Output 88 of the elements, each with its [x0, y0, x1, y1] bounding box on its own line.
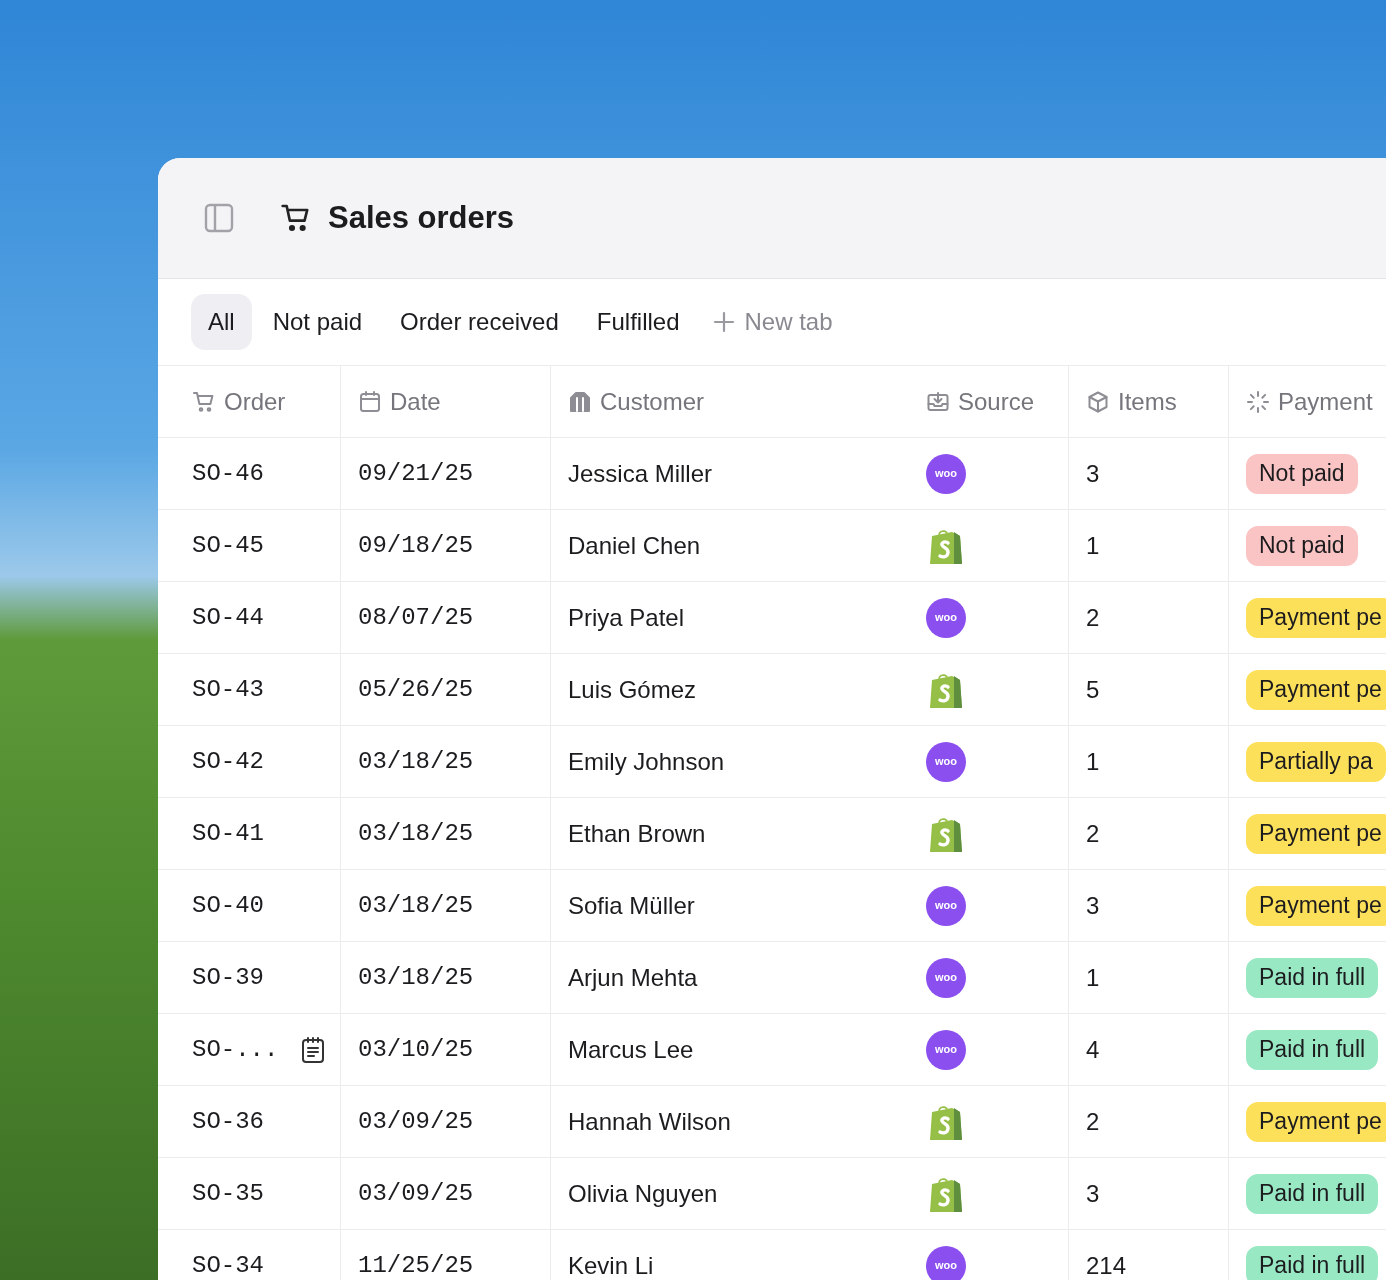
- payment-status-badge: Payment pe: [1246, 669, 1386, 710]
- building-icon: [568, 389, 592, 414]
- store-logo-icon: woo: [926, 957, 966, 998]
- order-number: SO-43: [192, 674, 264, 705]
- customer-name: Luis Gómez: [568, 674, 697, 705]
- cart-icon: [192, 389, 216, 414]
- column-header[interactable]: Date: [390, 383, 441, 420]
- customer-name: Emily Johnson: [568, 746, 725, 777]
- customer-name: Marcus Lee: [568, 1034, 694, 1065]
- order-number: SO-35: [192, 1178, 264, 1209]
- item-count: 3: [1086, 458, 1100, 489]
- order-number: SO-40: [192, 890, 264, 921]
- order-date: 09/21/25: [358, 458, 474, 489]
- customer-name: Kevin Li: [568, 1250, 654, 1280]
- column-header[interactable]: Order: [224, 383, 286, 420]
- payment-status-badge: Payment pe: [1246, 597, 1386, 638]
- tab[interactable]: Order received: [383, 294, 576, 350]
- download-tray-icon: [926, 389, 950, 414]
- order-number: SO-36: [192, 1106, 264, 1137]
- notepad-icon[interactable]: [300, 1035, 327, 1064]
- order-number: SO-44: [192, 602, 264, 633]
- store-logo-icon: woo: [926, 885, 966, 926]
- order-date: 03/09/25: [358, 1178, 474, 1209]
- item-count: 3: [1086, 890, 1100, 921]
- customer-name: Jessica Miller: [568, 458, 713, 489]
- loading-spinner-icon: [1246, 389, 1270, 414]
- order-date: 05/26/25: [358, 674, 474, 705]
- sidebar-toggle-icon[interactable]: [204, 203, 234, 233]
- item-count: 2: [1086, 818, 1100, 849]
- item-count: 1: [1086, 530, 1100, 561]
- order-number: SO-34: [192, 1250, 264, 1280]
- order-date: 03/18/25: [358, 890, 474, 921]
- payment-status-badge: Not paid: [1246, 525, 1358, 566]
- cube-icon: [1086, 389, 1110, 414]
- column-header[interactable]: Source: [958, 383, 1035, 420]
- customer-name: Priya Patel: [568, 602, 685, 633]
- column-header[interactable]: Payment: [1278, 383, 1373, 420]
- order-date: 11/25/25: [358, 1250, 474, 1280]
- payment-status-badge: Payment pe: [1246, 813, 1386, 854]
- item-count: 2: [1086, 1106, 1100, 1137]
- item-count: 5: [1086, 674, 1100, 705]
- item-count: 2: [1086, 602, 1100, 633]
- payment-status-badge: Paid in full: [1246, 1029, 1379, 1070]
- order-number: SO-46: [192, 458, 264, 489]
- order-date: 09/18/25: [358, 530, 474, 561]
- customer-name: Ethan Brown: [568, 818, 706, 849]
- order-date: 08/07/25: [358, 602, 474, 633]
- item-count: 3: [1086, 1178, 1100, 1209]
- order-number: SO-45: [192, 530, 264, 561]
- store-logo-icon: woo: [926, 453, 966, 494]
- item-count: 4: [1086, 1034, 1100, 1065]
- item-count: 214: [1086, 1250, 1127, 1280]
- tab[interactable]: All: [191, 294, 252, 350]
- order-date: 03/18/25: [358, 962, 474, 993]
- order-date: 03/18/25: [358, 746, 474, 777]
- calendar-icon: [358, 389, 382, 414]
- item-count: 1: [1086, 962, 1100, 993]
- payment-status-badge: Partially pa: [1246, 741, 1386, 782]
- customer-name: Daniel Chen: [568, 530, 701, 561]
- new-tab-button[interactable]: New tab: [700, 294, 845, 350]
- order-number: SO-41: [192, 818, 264, 849]
- payment-status-badge: Paid in full: [1246, 1245, 1379, 1280]
- store-logo-icon: woo: [926, 1245, 966, 1280]
- column-header[interactable]: Customer: [600, 383, 705, 420]
- order-date: 03/09/25: [358, 1106, 474, 1137]
- item-count: 1: [1086, 746, 1100, 777]
- order-number: SO-...: [192, 1034, 279, 1065]
- store-logo-icon: woo: [926, 597, 966, 638]
- window-title: Sales orders: [328, 198, 515, 237]
- tab[interactable]: Not paid: [255, 294, 380, 350]
- column-header[interactable]: Items: [1118, 383, 1177, 420]
- tab[interactable]: Fulfilled: [579, 294, 697, 350]
- order-date: 03/18/25: [358, 818, 474, 849]
- customer-name: Olivia Nguyen: [568, 1178, 718, 1209]
- order-number: SO-42: [192, 746, 264, 777]
- customer-name: Arjun Mehta: [568, 962, 698, 993]
- order-date: 03/10/25: [358, 1034, 474, 1065]
- store-logo-icon: woo: [926, 1029, 966, 1070]
- order-number: SO-39: [192, 962, 264, 993]
- payment-status-badge: Paid in full: [1246, 957, 1379, 998]
- payment-status-badge: Payment pe: [1246, 885, 1386, 926]
- payment-status-badge: Not paid: [1246, 453, 1358, 494]
- payment-status-badge: Payment pe: [1246, 1101, 1386, 1142]
- customer-name: Hannah Wilson: [568, 1106, 731, 1137]
- plus-icon: [712, 311, 735, 333]
- payment-status-badge: Paid in full: [1246, 1173, 1379, 1214]
- store-logo-icon: woo: [926, 741, 966, 782]
- customer-name: Sofia Müller: [568, 890, 695, 921]
